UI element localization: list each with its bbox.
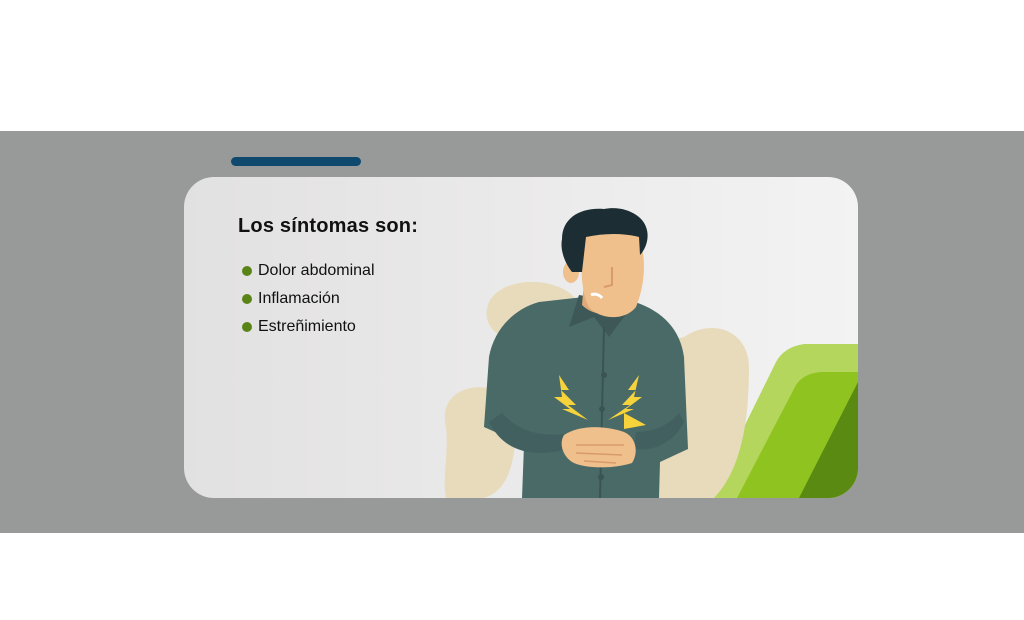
symptoms-list: Dolor abdominal Inflamación Estreñimient… — [242, 257, 375, 341]
symptom-item: Estreñimiento — [242, 313, 375, 341]
symptom-label: Estreñimiento — [258, 318, 356, 335]
symptom-item: Inflamación — [242, 285, 375, 313]
accent-bar — [231, 157, 361, 166]
symptoms-title: Los síntomas son: — [238, 215, 419, 237]
symptom-label: Dolor abdominal — [258, 262, 375, 279]
symptom-label: Inflamación — [258, 290, 340, 307]
bullet-dot-icon — [242, 294, 252, 304]
bullet-dot-icon — [242, 322, 252, 332]
symptom-item: Dolor abdominal — [242, 257, 375, 285]
symptoms-card: Los síntomas son: Dolor abdominal Inflam… — [184, 177, 858, 498]
bullet-dot-icon — [242, 266, 252, 276]
